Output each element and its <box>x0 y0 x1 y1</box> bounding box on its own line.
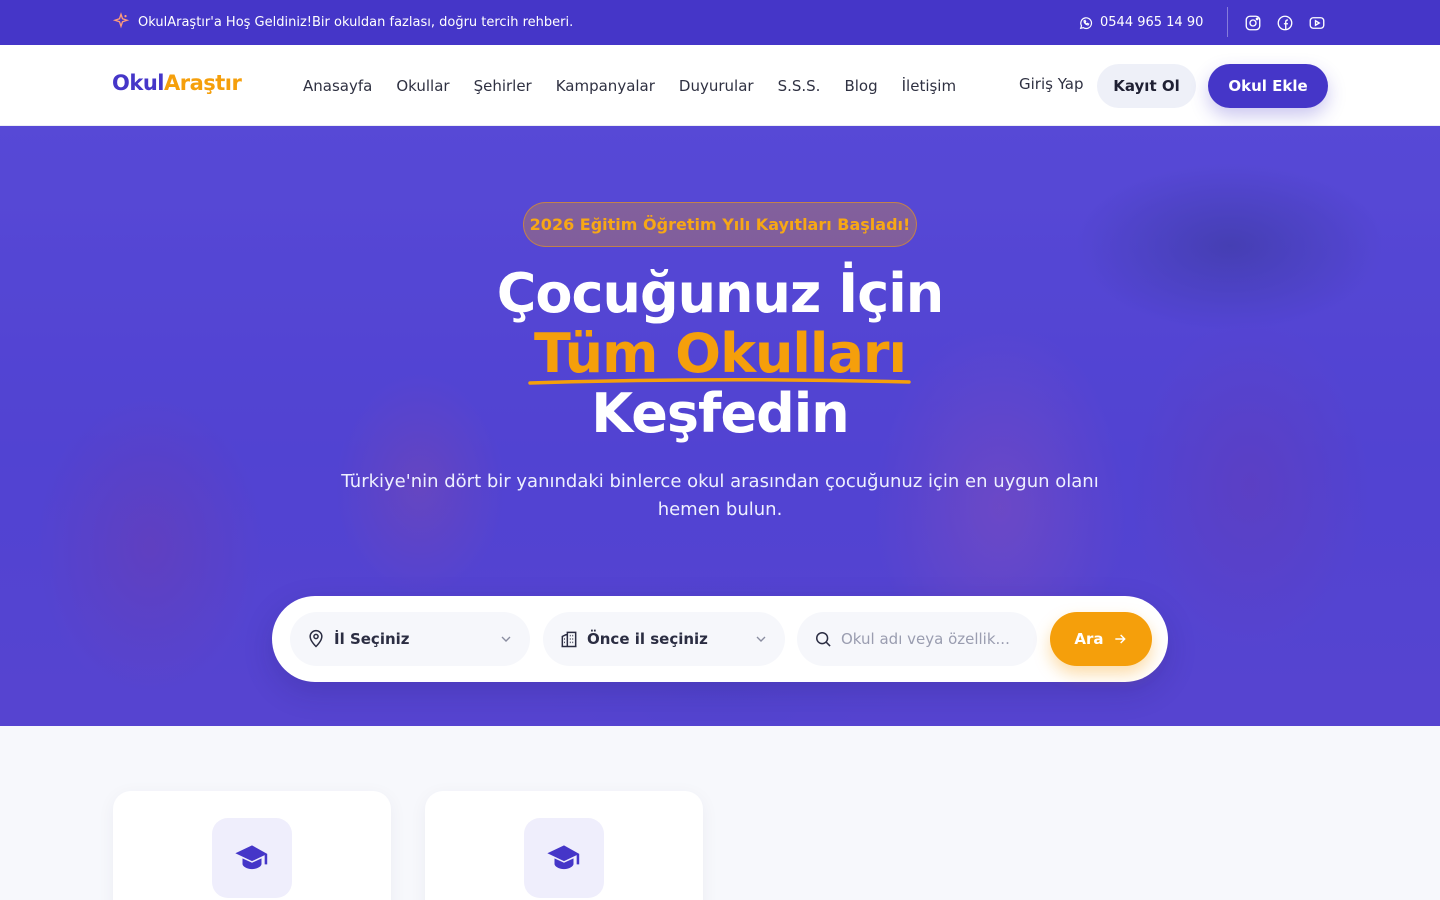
youtube-icon[interactable] <box>1308 14 1326 32</box>
nav-link-announcements[interactable]: Duyurular <box>679 77 754 95</box>
search-icon <box>816 632 831 647</box>
feature-icon-box <box>524 818 604 898</box>
chevron-down-icon <box>756 636 766 642</box>
nav-link-blog[interactable]: Blog <box>844 77 877 95</box>
hero-section: 2026 Eğitim Öğretim Yılı Kayıtları Başla… <box>0 126 1440 726</box>
welcome-text: OkulAraştır'a Hoş Geldiniz!Bir okuldan f… <box>138 15 574 30</box>
top-bar: OkulAraştır'a Hoş Geldiniz!Bir okuldan f… <box>0 0 1440 45</box>
feature-card <box>113 791 391 900</box>
hero-title-line3: Keşfedin <box>591 382 849 445</box>
features-section <box>0 726 1440 900</box>
add-school-button[interactable]: Okul Ekle <box>1208 64 1328 108</box>
hero-title-line1: Çocuğunuz İçin <box>496 262 944 325</box>
sparkle-icon <box>112 11 130 34</box>
topbar-divider <box>1227 7 1228 37</box>
nav-link-home[interactable]: Anasayfa <box>303 77 372 95</box>
graduation-cap-icon <box>235 845 268 870</box>
enrollment-badge: 2026 Eğitim Öğretim Yılı Kayıtları Başla… <box>523 202 917 247</box>
school-search-input[interactable] <box>841 624 1021 654</box>
search-bar: İl Seçiniz Önce il seçiniz Ara <box>272 596 1168 682</box>
nav-link-campaigns[interactable]: Kampanyalar <box>556 77 655 95</box>
district-select-value: Önce il seçiniz <box>587 630 708 648</box>
arrow-right-icon <box>1114 634 1126 644</box>
search-button[interactable]: Ara <box>1050 612 1152 666</box>
logo-part2: Araştır <box>163 71 242 95</box>
feature-icon-box <box>212 818 292 898</box>
school-search-field <box>797 612 1037 666</box>
chevron-down-icon <box>501 636 511 642</box>
feature-card <box>425 791 703 900</box>
nav-link-cities[interactable]: Şehirler <box>474 77 532 95</box>
whatsapp-icon <box>1078 15 1094 31</box>
location-pin-icon <box>309 629 323 648</box>
nav-link-contact[interactable]: İletişim <box>902 77 956 95</box>
social-links <box>1244 0 1326 45</box>
facebook-icon[interactable] <box>1276 14 1294 32</box>
login-link[interactable]: Giriş Yap <box>1019 75 1084 93</box>
phone-number: 0544 965 14 90 <box>1100 15 1204 30</box>
welcome-message: OkulAraştır'a Hoş Geldiniz!Bir okuldan f… <box>112 0 573 45</box>
nav-links: Anasayfa Okullar Şehirler Kampanyalar Du… <box>303 45 956 126</box>
district-select[interactable]: Önce il seçiniz <box>543 612 785 666</box>
graduation-cap-icon <box>547 845 580 870</box>
instagram-icon[interactable] <box>1244 14 1262 32</box>
hero-subtitle: Türkiye'nin dört bir yanındaki binlerce … <box>341 471 1099 520</box>
logo-part1: Okul <box>112 71 164 95</box>
city-select-value: İl Seçiniz <box>334 630 410 648</box>
search-button-label: Ara <box>1074 630 1104 648</box>
register-button[interactable]: Kayıt Ol <box>1097 64 1196 108</box>
main-navbar: OkulAraştır Anasayfa Okullar Şehirler Ka… <box>0 45 1440 126</box>
site-logo[interactable]: OkulAraştır <box>112 71 242 95</box>
phone-link[interactable]: 0544 965 14 90 <box>1078 0 1203 45</box>
city-select[interactable]: İl Seçiniz <box>290 612 530 666</box>
nav-link-faq[interactable]: S.S.S. <box>778 77 821 95</box>
building-icon <box>561 631 577 648</box>
nav-link-schools[interactable]: Okullar <box>396 77 449 95</box>
